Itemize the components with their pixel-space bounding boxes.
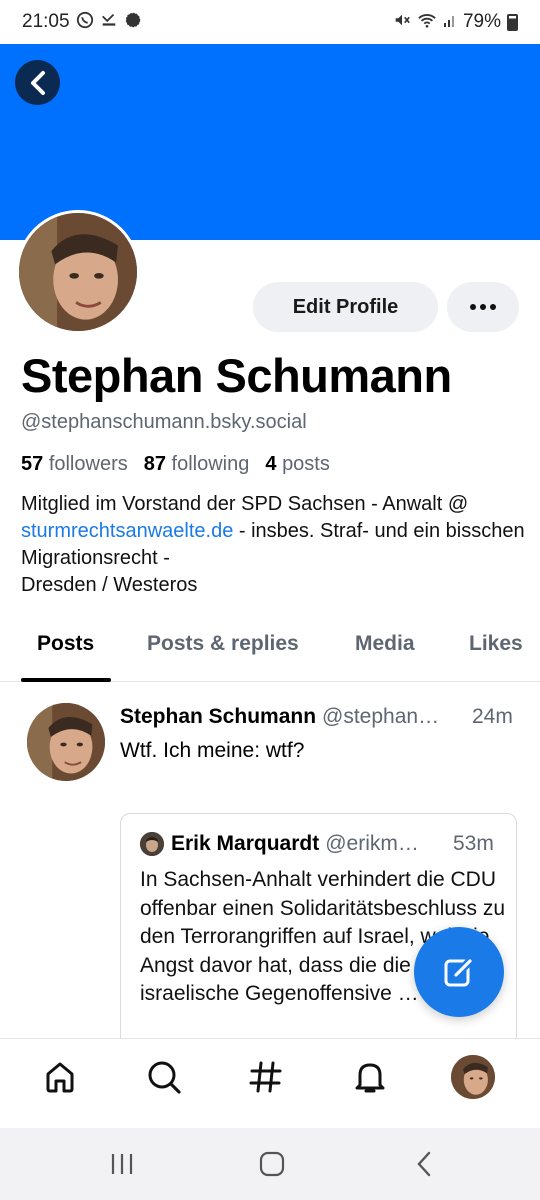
cell-signal-icon — [443, 12, 457, 33]
home-icon — [46, 1062, 74, 1093]
back-button[interactable] — [15, 60, 60, 105]
bottom-nav — [0, 1038, 540, 1126]
more-dot-icon — [490, 304, 496, 310]
notifications-bell-icon — [355, 1063, 385, 1093]
system-nav-bar — [0, 1128, 540, 1200]
bio-link[interactable]: sturmrechtsanwaelte.de — [21, 520, 233, 542]
followers-count: 57 — [21, 453, 44, 475]
back-chevron-icon — [417, 1151, 431, 1177]
tab-posts[interactable]: Posts — [37, 632, 94, 656]
tab-likes[interactable]: Likes — [469, 632, 523, 656]
profile-handle: @stephanschumann.bsky.social — [21, 411, 307, 433]
post-header: Stephan Schumann @stephan… — [120, 705, 520, 729]
nav-notifications[interactable] — [348, 1055, 392, 1099]
nav-home[interactable] — [38, 1055, 82, 1099]
more-options-button[interactable] — [447, 282, 519, 332]
status-right: 79% — [393, 11, 518, 34]
home-circle-icon — [259, 1151, 285, 1177]
mute-icon — [393, 11, 411, 34]
status-left: 21:05 — [22, 11, 142, 34]
nav-search[interactable] — [142, 1055, 186, 1099]
posts-label: posts — [282, 453, 330, 475]
post-timestamp: 24m — [472, 705, 513, 728]
post-author-handle: @stephan… — [322, 705, 440, 728]
profile-avatar[interactable] — [16, 210, 140, 334]
posts-stat: 4 posts — [265, 453, 330, 476]
compose-button[interactable] — [414, 927, 504, 1017]
quote-author-avatar — [140, 832, 164, 856]
edit-profile-button[interactable]: Edit Profile — [253, 282, 438, 332]
status-bar: 21:05 79% — [0, 0, 540, 44]
followers-label: followers — [48, 453, 128, 475]
missed-call-icon — [100, 11, 118, 34]
battery-icon — [507, 13, 518, 31]
signal-app-icon — [124, 11, 142, 34]
search-icon — [148, 1061, 181, 1094]
quote-header: Erik Marquardt @erikm… — [171, 832, 419, 856]
nav-feeds[interactable] — [244, 1055, 288, 1099]
post-text: Wtf. Ich meine: wtf? — [120, 739, 305, 762]
status-time: 21:05 — [22, 11, 70, 32]
more-dot-icon — [480, 304, 486, 310]
tab-posts-replies[interactable]: Posts & replies — [147, 632, 299, 656]
recents-icon — [111, 1154, 133, 1174]
post-author-name[interactable]: Stephan Schumann — [120, 705, 316, 729]
following-label: following — [171, 453, 250, 475]
followers-stat[interactable]: 57 followers — [21, 453, 128, 476]
following-count: 87 — [143, 453, 166, 475]
battery-percent: 79% — [462, 11, 501, 32]
active-tab-indicator — [21, 678, 111, 682]
home-system-button[interactable] — [252, 1148, 292, 1180]
nav-profile[interactable] — [451, 1055, 495, 1099]
feeds-hash-icon — [249, 1061, 282, 1093]
post-author-avatar[interactable] — [27, 703, 105, 781]
profile-avatar — [451, 1055, 495, 1099]
chevron-left-icon — [30, 70, 45, 95]
bio-text: Dresden / Westeros — [21, 574, 198, 596]
avatar-photo — [27, 703, 105, 781]
compose-pencil-icon — [444, 957, 474, 987]
profile-stats: 57 followers 87 following 4 posts — [21, 453, 330, 476]
whatsapp-icon — [76, 11, 94, 34]
more-dot-icon — [470, 304, 476, 310]
profile-bio: Mitglied im Vorstand der SPD Sachsen - A… — [21, 491, 526, 599]
display-name: Stephan Schumann — [21, 349, 452, 402]
tab-media[interactable]: Media — [355, 632, 415, 656]
quote-author-handle: @erikm… — [325, 832, 419, 855]
back-system-button[interactable] — [404, 1148, 444, 1180]
bio-text: Mitglied im Vorstand der SPD Sachsen - A… — [21, 493, 469, 515]
quote-timestamp: 53m — [453, 832, 494, 855]
following-stat[interactable]: 87 following — [144, 453, 250, 476]
posts-count: 4 — [265, 453, 277, 475]
profile-tabs: Posts Posts & replies Media Likes — [0, 612, 540, 682]
quote-author-name: Erik Marquardt — [171, 832, 320, 855]
avatar-photo — [19, 213, 137, 331]
wifi-icon — [417, 11, 437, 34]
recents-button[interactable] — [102, 1148, 142, 1180]
